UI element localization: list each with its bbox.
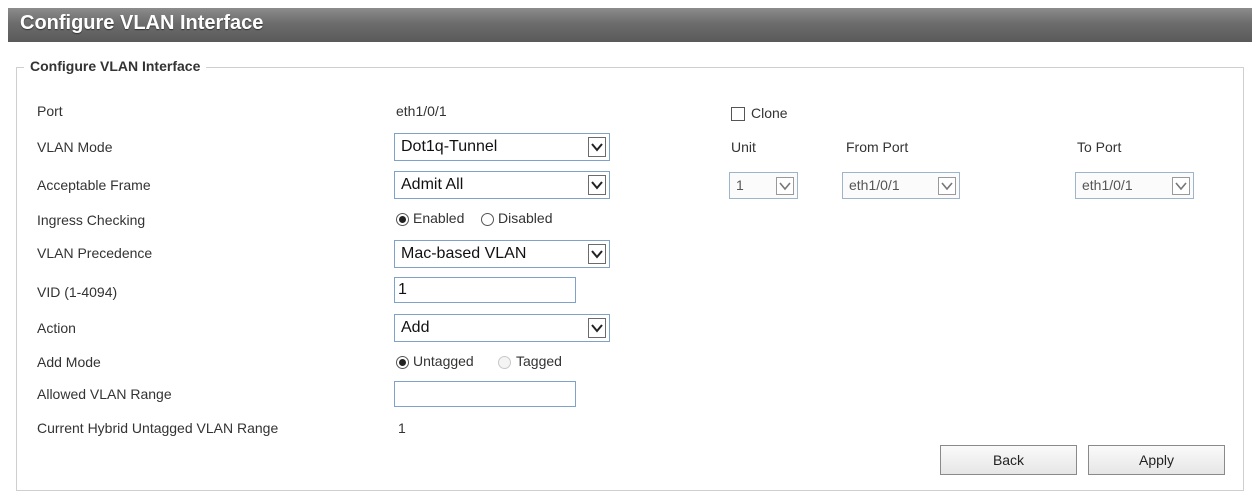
- add-mode-label: Add Mode: [37, 354, 101, 370]
- vid-input[interactable]: 1: [394, 277, 576, 303]
- to-port-select[interactable]: eth1/0/1: [1075, 172, 1194, 199]
- acceptable-frame-label: Acceptable Frame: [37, 177, 151, 193]
- add-mode-untagged-label: Untagged: [413, 353, 474, 369]
- chevron-down-icon: [588, 137, 606, 157]
- ingress-enabled-radio[interactable]: [396, 213, 409, 226]
- ingress-disabled-label: Disabled: [498, 210, 553, 226]
- current-hybrid-untagged-vlan-range-label: Current Hybrid Untagged VLAN Range: [37, 420, 279, 436]
- apply-button[interactable]: Apply: [1088, 445, 1225, 475]
- unit-label: Unit: [731, 139, 756, 155]
- add-mode-tagged-label: Tagged: [516, 353, 562, 369]
- chevron-down-icon: [1172, 177, 1190, 195]
- page-title-bar: Configure VLAN Interface: [8, 8, 1252, 42]
- chevron-down-icon: [938, 177, 956, 195]
- chevron-down-icon: [588, 175, 606, 195]
- vid-label: VID (1-4094): [37, 284, 118, 300]
- to-port-selected: eth1/0/1: [1082, 177, 1133, 193]
- vlan-mode-label: VLAN Mode: [37, 139, 113, 155]
- action-label: Action: [37, 320, 76, 336]
- to-port-label: To Port: [1077, 139, 1122, 155]
- chevron-down-icon: [588, 318, 606, 338]
- ingress-disabled-radio[interactable]: [481, 213, 494, 226]
- ingress-checking-label: Ingress Checking: [37, 212, 146, 228]
- action-selected: Add: [401, 319, 430, 336]
- vlan-precedence-label: VLAN Precedence: [37, 245, 153, 261]
- allowed-vlan-range-label: Allowed VLAN Range: [37, 386, 172, 402]
- clone-checkbox[interactable]: [731, 107, 745, 121]
- unit-select[interactable]: 1: [729, 172, 798, 199]
- action-select[interactable]: Add: [394, 314, 610, 342]
- unit-selected: 1: [736, 177, 744, 193]
- allowed-vlan-range-input[interactable]: [394, 381, 576, 407]
- from-port-label: From Port: [846, 139, 909, 155]
- ingress-enabled-label: Enabled: [413, 210, 465, 226]
- page-title: Configure VLAN Interface: [20, 12, 264, 34]
- acceptable-frame-select[interactable]: Admit All: [394, 171, 610, 199]
- port-value: eth1/0/1: [396, 103, 447, 119]
- add-mode-untagged-radio[interactable]: [396, 356, 409, 369]
- clone-label: Clone: [751, 105, 788, 121]
- vlan-mode-select[interactable]: Dot1q-Tunnel: [394, 133, 610, 161]
- acceptable-frame-selected: Admit All: [401, 176, 464, 193]
- from-port-selected: eth1/0/1: [849, 177, 900, 193]
- vlan-precedence-selected: Mac-based VLAN: [401, 245, 527, 262]
- back-button[interactable]: Back: [940, 445, 1077, 475]
- from-port-select[interactable]: eth1/0/1: [842, 172, 960, 199]
- chevron-down-icon: [776, 177, 794, 195]
- chevron-down-icon: [588, 244, 606, 264]
- panel-legend: Configure VLAN Interface: [24, 58, 207, 74]
- add-mode-tagged-radio[interactable]: [498, 356, 511, 369]
- vlan-precedence-select[interactable]: Mac-based VLAN: [394, 240, 610, 268]
- port-label: Port: [37, 103, 63, 119]
- vlan-mode-selected: Dot1q-Tunnel: [401, 138, 498, 155]
- current-hybrid-untagged-vlan-range-value: 1: [398, 420, 406, 436]
